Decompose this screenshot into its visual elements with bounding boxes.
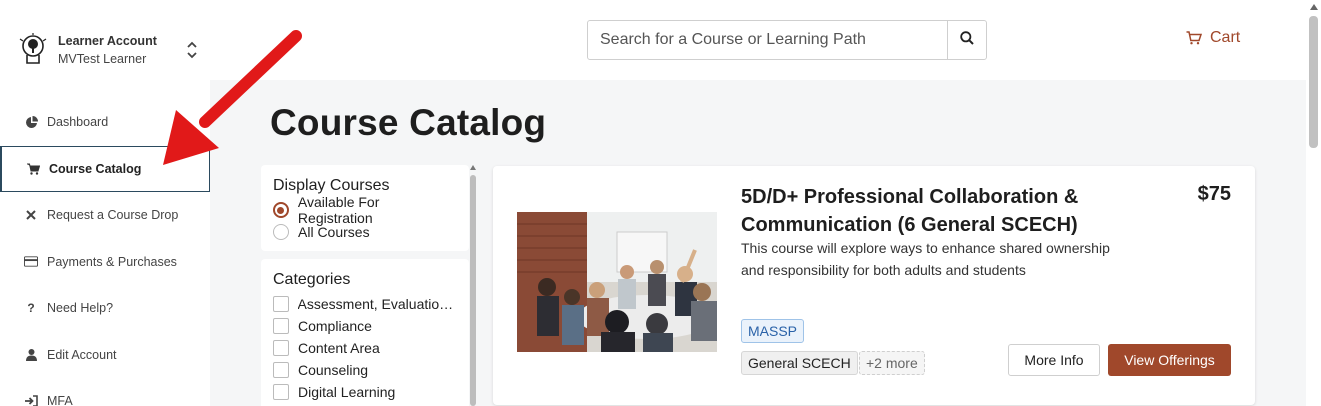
course-title[interactable]: 5D/D+ Professional Collaboration & Commu…	[741, 183, 1101, 239]
sidebar-item-course-catalog[interactable]: Course Catalog	[0, 145, 210, 192]
credit-card-icon	[24, 255, 38, 269]
sidebar-item-label: Dashboard	[47, 115, 109, 130]
filters-scrollbar[interactable]	[469, 165, 477, 406]
search-input[interactable]	[588, 21, 947, 59]
scroll-up-arrow-icon[interactable]	[1310, 4, 1318, 10]
scroll-up-arrow-icon[interactable]	[470, 165, 476, 170]
account-switcher[interactable]: Learner Account MVTest Learner	[16, 30, 201, 70]
filters-panel: Display Courses Available For Registrati…	[261, 165, 469, 406]
page-title: Course Catalog	[270, 102, 547, 143]
sidebar-item-request-drop[interactable]: Request a Course Drop	[0, 192, 210, 239]
sidebar-item-label: Edit Account	[47, 347, 117, 362]
chevron-up-down-icon[interactable]	[185, 38, 199, 62]
sidebar-item-dashboard[interactable]: Dashboard	[0, 99, 210, 146]
course-price: $75	[1197, 183, 1231, 205]
sidebar-item-label: Course Catalog	[49, 161, 142, 176]
main-content: Course Catalog Display Courses Available…	[210, 80, 1306, 406]
radio-checked[interactable]	[273, 202, 289, 218]
checkbox[interactable]	[273, 340, 289, 356]
radio-available-for-registration[interactable]: Available For Registration	[273, 194, 457, 226]
search-button[interactable]	[947, 21, 986, 59]
categories-filter: Categories Assessment, Evaluation ... Co…	[261, 259, 469, 406]
radio-label: Available For Registration	[297, 194, 380, 226]
account-name: MVTest Learner	[58, 52, 147, 66]
radio-unchecked[interactable]	[273, 224, 289, 240]
course-description: This course will explore ways to enhance…	[741, 240, 1110, 278]
user-icon	[24, 348, 38, 362]
cart-icon	[26, 162, 40, 176]
checkbox[interactable]	[273, 296, 289, 312]
categories-heading: Categories	[273, 271, 351, 288]
view-offerings-button[interactable]: View Offerings	[1108, 344, 1231, 376]
category-checkbox-item[interactable]: Assessment, Evaluation ...	[273, 293, 457, 315]
category-label: Content Area	[298, 340, 380, 356]
pie-chart-icon	[24, 115, 38, 129]
category-checkbox-item[interactable]: Content Area	[273, 337, 457, 359]
search-bar	[587, 20, 987, 60]
sidebar-item-label: Request a Course Drop	[47, 208, 179, 223]
category-label: Compliance	[298, 318, 372, 334]
head-tree-logo-icon	[16, 33, 50, 67]
cart-icon	[1186, 31, 1202, 45]
sidebar-nav: Dashboard Course Catalog Request a Cours…	[0, 99, 210, 406]
radio-label: All Courses	[298, 224, 370, 240]
question-icon: ?	[27, 301, 35, 316]
display-courses-filter: Display Courses Available For Registrati…	[261, 165, 469, 251]
sidebar-item-payments[interactable]: Payments & Purchases	[0, 239, 210, 286]
cart-label: Cart	[1210, 29, 1241, 46]
category-checkbox-item[interactable]: Counseling	[273, 359, 457, 381]
more-tags-badge[interactable]: +2 more	[859, 351, 925, 375]
checkbox[interactable]	[273, 362, 289, 378]
category-checkbox-item[interactable]: Compliance	[273, 315, 457, 337]
page-scrollbar[interactable]	[1306, 0, 1321, 406]
sidebar-item-need-help[interactable]: ? Need Help?	[0, 285, 210, 332]
category-label: Counseling	[298, 362, 369, 378]
sign-in-icon	[24, 394, 38, 406]
course-image-meeting-photo	[517, 212, 717, 352]
search-icon	[960, 30, 974, 50]
checkbox[interactable]	[273, 318, 289, 334]
sidebar-item-label: Need Help?	[47, 301, 114, 316]
category-label: Digital Learning	[298, 384, 396, 400]
sidebar-item-mfa[interactable]: MFA	[0, 378, 210, 406]
sidebar-item-edit-account[interactable]: Edit Account	[0, 332, 210, 379]
display-courses-heading: Display Courses	[273, 177, 390, 194]
more-info-button[interactable]: More Info	[1008, 344, 1100, 376]
category-checkbox-item[interactable]: Digital Learning	[273, 381, 457, 403]
checkbox[interactable]	[273, 384, 289, 400]
course-card: 5D/D+ Professional Collaboration & Commu…	[493, 166, 1255, 405]
scrollbar-thumb[interactable]	[1309, 16, 1318, 148]
sidebar-item-label: Payments & Purchases	[47, 254, 177, 269]
cart-link[interactable]: Cart	[1186, 29, 1240, 47]
scrollbar-thumb[interactable]	[470, 175, 476, 406]
sidebar: Learner Account MVTest Learner Dashboard…	[0, 0, 210, 406]
tag-massp: MASSP	[741, 319, 805, 343]
tag-general-scech: General SCECH	[741, 351, 858, 375]
sidebar-item-label: MFA	[47, 394, 73, 406]
category-label: Assessment, Evaluation ...	[297, 296, 457, 312]
account-title: Learner Account	[58, 34, 157, 48]
x-icon	[24, 208, 38, 222]
